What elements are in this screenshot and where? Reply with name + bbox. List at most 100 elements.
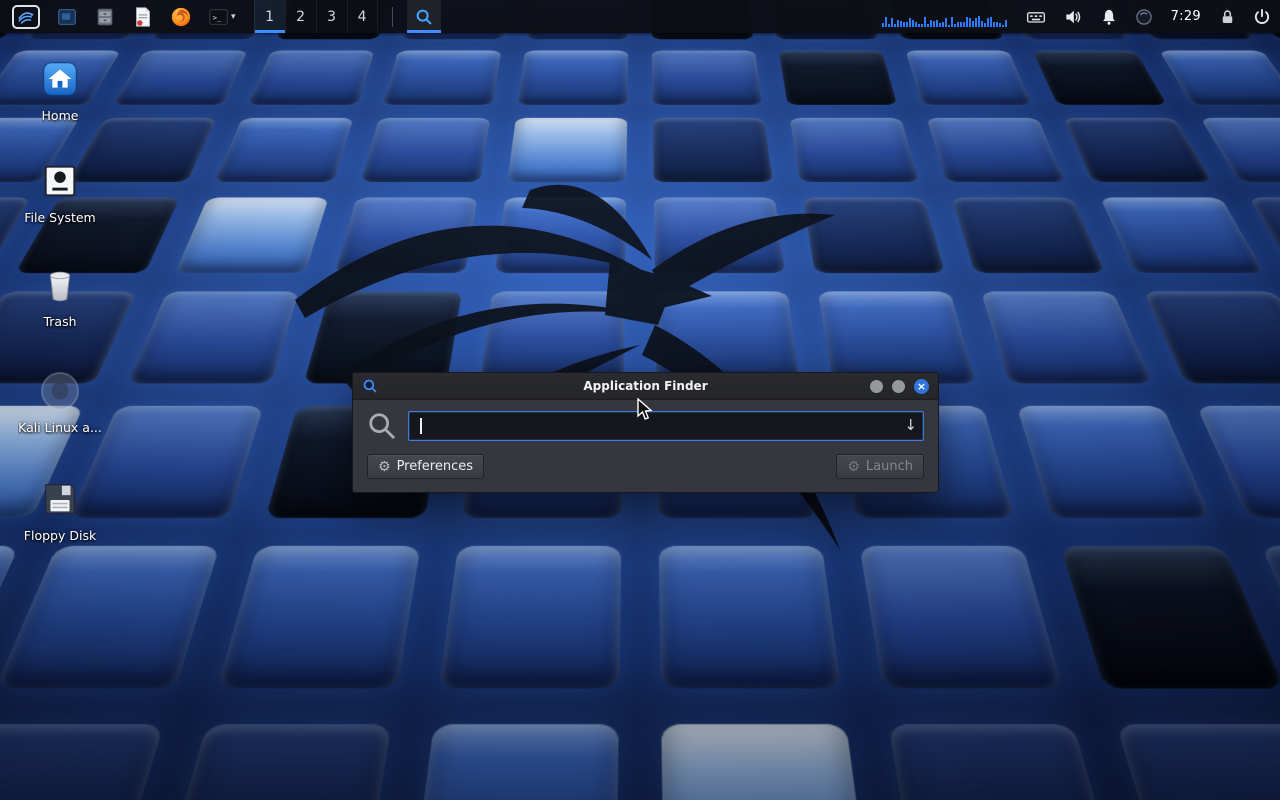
cpu-bar — [894, 24, 896, 27]
preferences-label: Preferences — [397, 459, 473, 474]
text-editor-icon — [132, 6, 154, 28]
logout-power-icon[interactable] — [1252, 7, 1272, 27]
cpu-bar — [963, 22, 965, 27]
desktop-icon-filesystem[interactable]: File System — [12, 158, 108, 225]
cpu-bar — [960, 22, 962, 27]
preferences-button[interactable]: ⚙ Preferences — [367, 454, 484, 479]
search-input[interactable] — [408, 411, 924, 441]
cpu-bar — [912, 20, 914, 27]
application-finder-window: Application Finder × ↓ — [352, 372, 939, 493]
wallpaper-cube — [1200, 118, 1280, 182]
launcher-file-manager[interactable] — [90, 0, 120, 33]
workspace-1[interactable]: 1 — [254, 0, 285, 33]
launch-icon: ⚙ — [847, 460, 860, 474]
maximize-button[interactable] — [892, 380, 905, 393]
cpu-bar — [921, 24, 923, 27]
launcher-firefox[interactable] — [166, 0, 196, 33]
kali-menu-icon — [12, 5, 40, 29]
home-icon — [39, 56, 81, 102]
keyboard-icon[interactable] — [1025, 7, 1047, 27]
floppy-icon — [39, 476, 81, 522]
trash-icon — [39, 262, 81, 308]
wallpaper-cube — [154, 724, 391, 800]
cpu-bar — [915, 22, 917, 27]
dialog-body: ↓ ⚙ Preferences ⚙ Launch — [353, 400, 938, 492]
taskbar-application-finder[interactable] — [407, 0, 441, 33]
window-titlebar[interactable]: Application Finder × — [353, 373, 938, 400]
cpu-bar — [951, 17, 953, 27]
volume-icon[interactable] — [1062, 7, 1084, 27]
wallpaper-cube — [1063, 118, 1212, 182]
notifications-bell-icon[interactable] — [1099, 7, 1119, 27]
wallpaper-cube — [652, 50, 762, 105]
desktop-icon-trash[interactable]: Trash — [12, 262, 108, 329]
cpu-bar — [900, 21, 902, 27]
window-icon — [362, 378, 378, 394]
cpu-bar — [927, 24, 929, 27]
gear-icon: ⚙ — [378, 460, 391, 474]
search-icon — [367, 411, 397, 441]
firefox-icon — [170, 6, 192, 28]
desktop-icon-kali-docs[interactable]: Kali Linux a... — [12, 368, 108, 435]
wallpaper-cube — [1159, 50, 1280, 105]
desktop-icon-floppy[interactable]: Floppy Disk — [12, 476, 108, 543]
workspace-3[interactable]: 3 — [316, 0, 347, 33]
system-tray: 7:29 — [882, 7, 1272, 27]
drive-icon — [39, 158, 81, 204]
cpu-bar — [990, 17, 992, 27]
cpu-bar — [954, 24, 956, 27]
cpu-bar — [993, 22, 995, 27]
workspace-2[interactable]: 2 — [285, 0, 316, 33]
workspace-switcher: 1 2 3 4 — [254, 0, 378, 33]
cpu-bar — [933, 21, 935, 27]
wallpaper-cube — [1116, 724, 1280, 800]
window-title: Application Finder — [353, 379, 938, 393]
applications-menu-button[interactable] — [8, 0, 44, 33]
minimize-button[interactable] — [870, 380, 883, 393]
desktop-icon-label: Home — [42, 108, 79, 123]
combo-arrow-icon[interactable]: ↓ — [904, 418, 917, 433]
wallpaper-cube — [0, 546, 220, 688]
desktop-icon-home[interactable]: Home — [12, 56, 108, 123]
cpu-bar — [897, 20, 899, 27]
wallpaper-cube — [951, 197, 1105, 273]
launch-button[interactable]: ⚙ Launch — [836, 454, 924, 479]
wallpaper-cube — [779, 50, 898, 105]
kali-dragon-logo — [280, 110, 900, 570]
terminal-icon: >_ — [208, 6, 230, 28]
status-circle-icon[interactable] — [1134, 7, 1154, 27]
window-app-icon — [56, 6, 78, 28]
desktop-icon-label: File System — [24, 210, 96, 225]
launcher-terminal[interactable]: >_ ▾ — [204, 0, 240, 33]
cpu-bar — [882, 23, 884, 27]
cpu-bar — [888, 24, 890, 27]
wallpaper-cube — [661, 724, 871, 800]
wallpaper-cube — [905, 50, 1032, 105]
cpu-bar — [885, 17, 887, 27]
text-caret — [420, 418, 422, 434]
cpu-bar — [891, 18, 893, 27]
close-button[interactable]: × — [914, 379, 929, 394]
clock[interactable]: 7:29 — [1169, 9, 1203, 24]
wallpaper-cube — [927, 118, 1066, 182]
desktop-icon-label: Trash — [43, 314, 76, 329]
wallpaper-cube — [248, 50, 375, 105]
wallpaper-cube — [518, 50, 628, 105]
desktop-icon-label: Floppy Disk — [24, 528, 96, 543]
cpu-bar — [942, 22, 944, 27]
cpu-graph[interactable] — [882, 7, 1010, 27]
cpu-bar — [909, 18, 911, 27]
cpu-bar — [957, 22, 959, 27]
cpu-bar — [936, 20, 938, 27]
top-panel: >_ ▾ 1 2 3 4 — [0, 0, 1280, 33]
cpu-bar — [969, 18, 971, 27]
launcher-window-app[interactable] — [52, 0, 82, 33]
cpu-bar — [975, 18, 977, 27]
wallpaper-cube — [113, 50, 248, 105]
lock-icon[interactable] — [1218, 7, 1237, 27]
cpu-bar — [999, 23, 1001, 27]
workspace-4[interactable]: 4 — [347, 0, 378, 33]
launcher-text-editor[interactable] — [128, 0, 158, 33]
search-field-wrap: ↓ — [408, 411, 924, 441]
cpu-bar — [918, 24, 920, 27]
